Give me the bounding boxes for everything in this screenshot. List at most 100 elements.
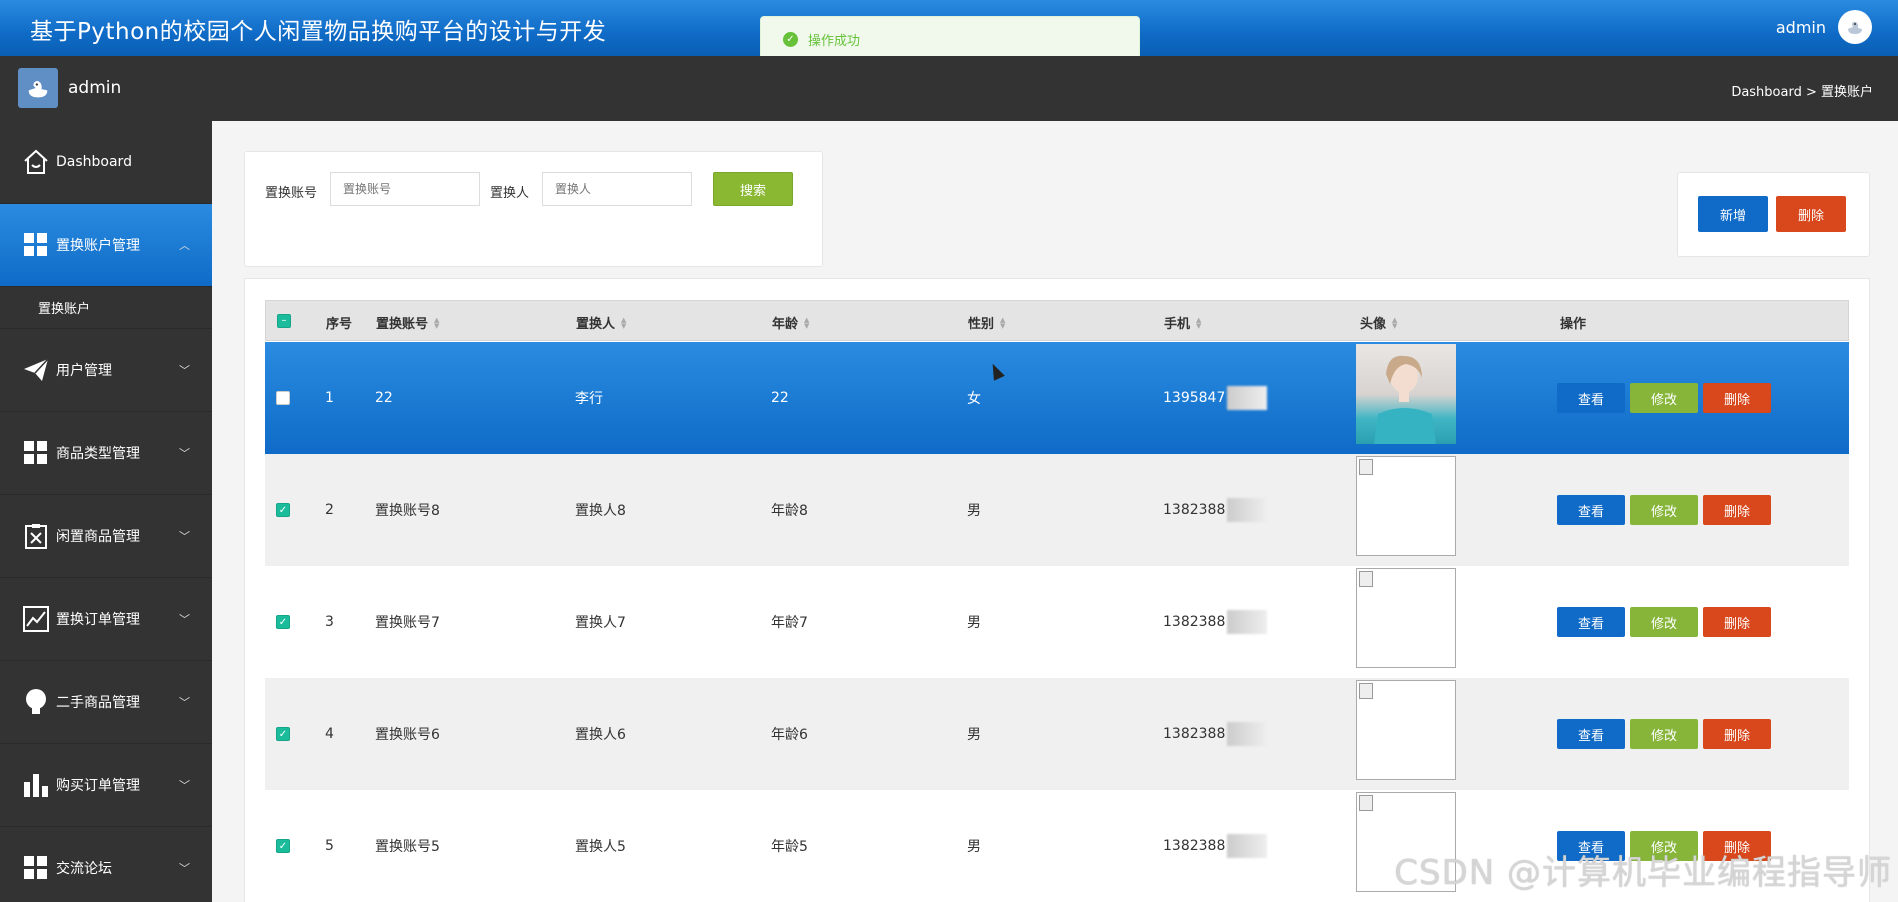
top-user-menu[interactable]: admin	[1776, 10, 1872, 44]
table-row[interactable]: ✓ 2 置换账号8 置换人8 年龄8 男 1382388 查看 修改 删除	[265, 454, 1849, 566]
cell-person: 置换人7	[575, 615, 626, 631]
cell-gender: 男	[967, 839, 981, 855]
watermark: CSDN @计算机毕业编程指导师	[1394, 853, 1892, 893]
grid-icon	[22, 854, 50, 882]
sidebar-subitem-exchange-account[interactable]: 置换账户	[0, 287, 212, 329]
delete-button[interactable]: 删除	[1703, 607, 1771, 637]
edit-button[interactable]: 修改	[1630, 383, 1698, 413]
sidebar-item-exchange-accounts[interactable]: 置换账户管理 ︿	[0, 204, 212, 287]
search-panel: 置换账号 置换人 搜索	[244, 151, 823, 267]
clipboard-x-icon	[22, 522, 50, 550]
chevron-down-icon: ﹀	[179, 447, 190, 460]
bar-chart-icon	[22, 771, 50, 799]
breadcrumb[interactable]: Dashboard > 置换账户	[1731, 81, 1873, 100]
view-button[interactable]: 查看	[1557, 383, 1625, 413]
delete-button[interactable]: 删除	[1703, 719, 1771, 749]
cell-age: 年龄7	[771, 615, 808, 631]
sidebar: Dashboard 置换账户管理 ︿ 置换账户 用户管理 ﹀ 商品类型管理 ﹀ …	[0, 121, 212, 902]
edit-button[interactable]: 修改	[1630, 495, 1698, 525]
grid-icon	[22, 439, 50, 467]
view-button[interactable]: 查看	[1557, 719, 1625, 749]
header-avatar[interactable]: 头像 ▲ ▼	[1360, 313, 1397, 332]
lightbulb-icon	[22, 688, 50, 716]
paper-plane-icon	[22, 356, 50, 384]
sidebar-item-users[interactable]: 用户管理 ﹀	[0, 329, 212, 412]
row-checkbox[interactable]: ✓	[276, 615, 290, 629]
sidebar-item-label: 商品类型管理	[56, 446, 140, 462]
cell-account: 置换账号5	[375, 839, 440, 855]
account-search-input[interactable]	[330, 172, 480, 206]
sidebar-item-label: 置换订单管理	[56, 612, 140, 628]
sidebar-username: admin	[68, 78, 122, 98]
broken-image-icon	[1356, 680, 1456, 780]
sidebar-item-label: 置换账户管理	[56, 238, 140, 254]
cell-phone: 1382388	[1163, 498, 1268, 522]
cell-age: 年龄5	[771, 839, 808, 855]
header-account[interactable]: 置换账号 ▲ ▼	[376, 313, 439, 332]
chevron-up-icon: ︿	[179, 239, 190, 252]
sort-icon: ▲ ▼	[621, 315, 627, 330]
view-button[interactable]: 查看	[1557, 607, 1625, 637]
sort-icon: ▲ ▼	[804, 315, 810, 330]
delete-button[interactable]: 删除	[1703, 495, 1771, 525]
header-phone[interactable]: 手机 ▲ ▼	[1164, 313, 1201, 332]
sort-icon: ▲ ▼	[1392, 315, 1398, 330]
sort-icon: ▲ ▼	[434, 315, 440, 330]
row-checkbox[interactable]: ✓	[276, 727, 290, 741]
home-icon	[22, 148, 50, 176]
duck-avatar-icon[interactable]	[1838, 10, 1872, 44]
header-age[interactable]: 年龄 ▲ ▼	[772, 313, 809, 332]
avatar-photo	[1356, 344, 1456, 444]
cell-gender: 男	[967, 503, 981, 519]
sidebar-item-dashboard[interactable]: Dashboard	[0, 121, 212, 204]
header-no: 序号	[326, 317, 353, 332]
row-checkbox[interactable]: ✓	[276, 839, 290, 853]
header-gender[interactable]: 性别 ▲ ▼	[968, 313, 1005, 332]
bulk-delete-button[interactable]: 删除	[1776, 196, 1846, 232]
cell-person: 置换人8	[575, 503, 626, 519]
row-checkbox[interactable]: ✓	[276, 503, 290, 517]
add-button[interactable]: 新增	[1698, 196, 1768, 232]
sidebar-item-idle-goods[interactable]: 闲置商品管理 ﹀	[0, 495, 212, 578]
cell-account: 置换账号8	[375, 503, 440, 519]
app-title: 基于Python的校园个人闲置物品换购平台的设计与开发	[30, 19, 607, 45]
table-row[interactable]: 1 22 李行 22 女 1395847 查看 修改 删除	[265, 342, 1849, 454]
table-row[interactable]: ✓ 3 置换账号7 置换人7 年龄7 男 1382388 查看 修改 删除	[265, 566, 1849, 678]
edit-button[interactable]: 修改	[1630, 607, 1698, 637]
cell-person: 置换人6	[575, 727, 626, 743]
person-label: 置换人	[490, 186, 530, 201]
sidebar-item-purchase-orders[interactable]: 购买订单管理 ﹀	[0, 744, 212, 827]
table-row[interactable]: ✓ 4 置换账号6 置换人6 年龄6 男 1382388 查看 修改 删除	[265, 678, 1849, 790]
cell-gender: 男	[967, 615, 981, 631]
sidebar-item-secondhand-goods[interactable]: 二手商品管理 ﹀	[0, 661, 212, 744]
sidebar-item-label: 用户管理	[56, 363, 112, 379]
sort-icon: ▲ ▼	[1000, 315, 1006, 330]
chevron-down-icon: ﹀	[179, 613, 190, 626]
delete-button[interactable]: 删除	[1703, 383, 1771, 413]
sidebar-item-forum[interactable]: 交流论坛 ﹀	[0, 827, 212, 902]
cell-account: 置换账号7	[375, 615, 440, 631]
header-person[interactable]: 置换人 ▲ ▼	[576, 313, 626, 332]
cell-age: 年龄8	[771, 503, 808, 519]
select-all-checkbox[interactable]: –	[277, 313, 291, 328]
chevron-down-icon: ﹀	[179, 862, 190, 875]
cell-no: 2	[325, 502, 334, 518]
cell-age: 年龄6	[771, 727, 808, 743]
row-checkbox[interactable]	[276, 391, 290, 405]
cell-gender: 女	[967, 391, 981, 407]
search-button[interactable]: 搜索	[713, 172, 793, 206]
sidebar-item-product-types[interactable]: 商品类型管理 ﹀	[0, 412, 212, 495]
check-circle-icon: ✓	[783, 32, 798, 47]
sort-icon: ▲ ▼	[1196, 315, 1202, 330]
edit-button[interactable]: 修改	[1630, 719, 1698, 749]
sidebar-item-exchange-orders[interactable]: 置换订单管理 ﹀	[0, 578, 212, 661]
action-panel: 新增 删除	[1677, 172, 1870, 257]
cell-phone: 1382388	[1163, 610, 1268, 634]
header-actions: 操作	[1560, 317, 1587, 332]
person-search-input[interactable]	[542, 172, 692, 206]
view-button[interactable]: 查看	[1557, 495, 1625, 525]
chevron-down-icon: ﹀	[179, 779, 190, 792]
cell-gender: 男	[967, 727, 981, 743]
cell-age: 22	[771, 390, 789, 406]
cell-account: 置换账号6	[375, 727, 440, 743]
